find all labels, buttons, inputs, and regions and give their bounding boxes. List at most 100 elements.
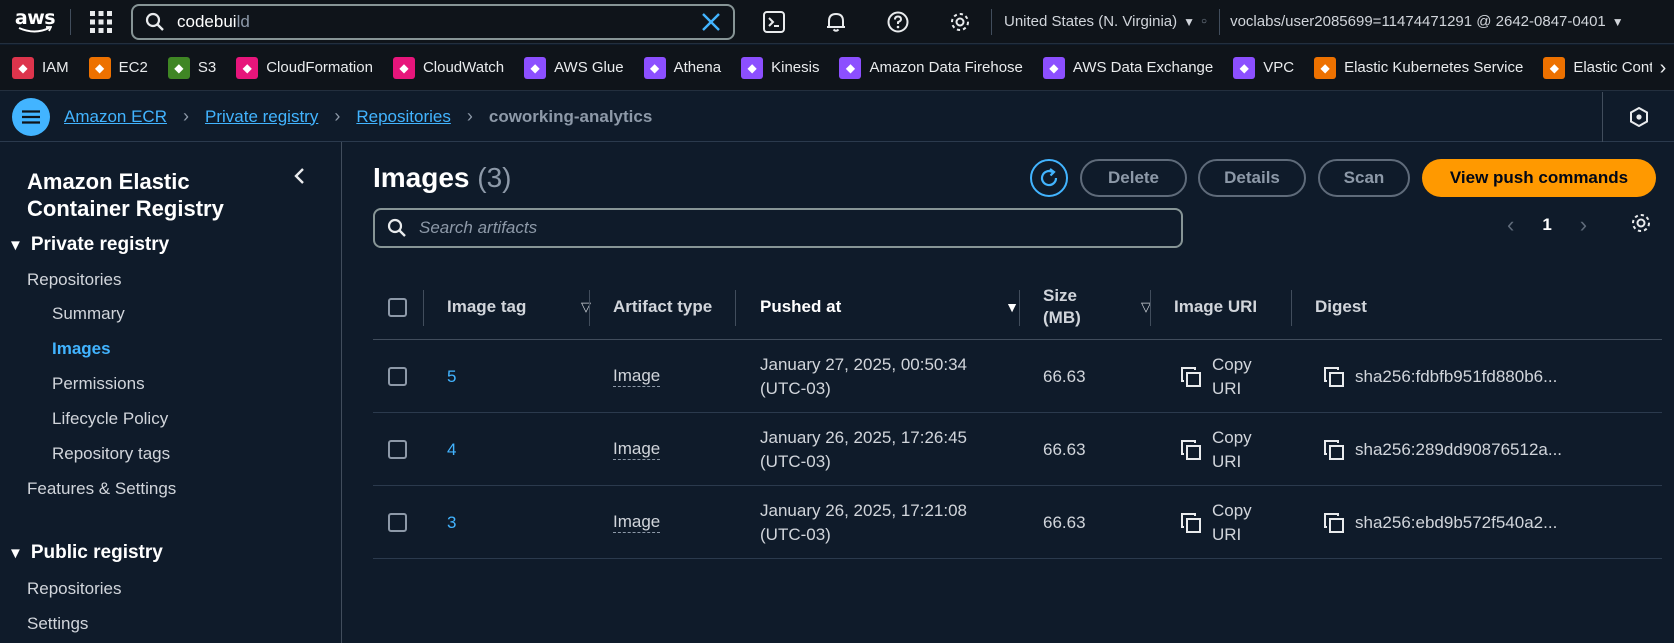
copy-digest-button[interactable]: sha256:ebd9b572f540a2...	[1323, 486, 1557, 559]
copy-uri-button[interactable]: Copy URI	[1180, 340, 1252, 413]
caret-down-icon: ▼	[8, 544, 23, 562]
digest-value: sha256:ebd9b572f540a2...	[1355, 512, 1558, 532]
favorite-eks[interactable]: ◆ Elastic Kubernetes Service	[1314, 56, 1523, 79]
favorite-ecs[interactable]: ◆ Elastic Contai	[1543, 56, 1665, 79]
artifact-search-input[interactable]: Search artifacts	[373, 208, 1183, 248]
sidebar-item-public-repositories[interactable]: Repositories	[27, 579, 122, 599]
artifact-type-label[interactable]: Image	[613, 512, 661, 533]
column-artifact-type[interactable]: Artifact type	[613, 274, 712, 340]
copy-uri-button[interactable]: Copy URI	[1180, 486, 1252, 559]
row-checkbox-cell[interactable]	[388, 413, 407, 486]
section-public-registry[interactable]: ▼ Public registry	[8, 542, 163, 564]
table-header: Image tag ▽ Artifact type Pushed at ▼ Si…	[373, 274, 1662, 340]
next-page-icon[interactable]: ›	[1580, 212, 1587, 238]
image-tag-link[interactable]: 5	[447, 340, 456, 413]
favorite-ec2[interactable]: ◆ EC2	[88, 56, 148, 79]
favorite-kinesis[interactable]: ◆ Kinesis	[741, 56, 819, 79]
digest-value: sha256:fdbfb951fd880b6...	[1355, 366, 1558, 386]
column-image-tag[interactable]: Image tag ▽	[447, 274, 591, 340]
tools-panel-button[interactable]	[1602, 92, 1674, 142]
image-size: 66.63	[1043, 512, 1086, 532]
sidebar-item-features-settings[interactable]: Features & Settings	[27, 479, 176, 499]
details-button[interactable]: Details	[1198, 159, 1306, 197]
checkbox[interactable]	[388, 440, 407, 459]
select-all-checkbox[interactable]	[388, 274, 407, 340]
favorite-data-exchange[interactable]: ◆ AWS Data Exchange	[1042, 56, 1213, 79]
breadcrumb-private-registry[interactable]: Private registry	[205, 107, 318, 127]
table-row: 3 Image January 26, 2025, 17:21:08 (UTC-0…	[373, 486, 1662, 559]
table-preferences-button[interactable]	[1630, 212, 1652, 239]
favorite-label: CloudWatch	[422, 59, 505, 76]
column-pushed-at[interactable]: Pushed at ▼	[760, 274, 1019, 340]
favorite-iam[interactable]: ◆ IAM	[12, 56, 69, 79]
copy-digest-button[interactable]: sha256:289dd90876512a...	[1323, 413, 1562, 486]
scan-button[interactable]: Scan	[1318, 159, 1410, 197]
checkbox[interactable]	[388, 297, 407, 317]
favorite-athena[interactable]: ◆ Athena	[643, 56, 722, 79]
breadcrumb-amazon-ecr[interactable]: Amazon ECR	[64, 107, 167, 127]
sidebar-item-permissions[interactable]: Permissions	[52, 374, 145, 394]
services-menu-button[interactable]	[71, 0, 131, 44]
row-checkbox-cell[interactable]	[388, 340, 407, 413]
sidebar-title[interactable]: Amazon Elastic Container Registry	[27, 168, 267, 222]
artifact-type-label[interactable]: Image	[613, 366, 661, 387]
artifact-type[interactable]: Image	[613, 413, 661, 486]
sidebar-item-images[interactable]: Images	[52, 339, 111, 359]
copy-uri-button[interactable]: Copy URI	[1180, 413, 1252, 486]
checkbox[interactable]	[388, 367, 407, 386]
account-menu[interactable]: voclabs/user2085699=11474471291 @ 2642-0…	[1220, 13, 1634, 30]
favorite-s3[interactable]: ◆ S3	[167, 56, 216, 79]
column-label: Digest	[1315, 297, 1367, 316]
close-sidebar-button[interactable]	[292, 166, 308, 191]
artifact-type[interactable]: Image	[613, 486, 661, 559]
image-size: 66.63	[1043, 366, 1086, 386]
pushed-at-date: January 26, 2025, 17:21:08	[760, 500, 967, 520]
column-digest[interactable]: Digest	[1315, 274, 1367, 340]
hexagon-info-icon	[1629, 107, 1648, 127]
favorite-label: Athena	[673, 59, 722, 76]
help-button[interactable]	[867, 0, 929, 44]
artifact-type[interactable]: Image	[613, 340, 661, 413]
copy-icon	[1324, 512, 1344, 533]
data-exchange-icon: ◆	[1042, 56, 1065, 79]
sidebar-item-summary[interactable]: Summary	[52, 304, 125, 324]
table-row: 4 Image January 26, 2025, 17:26:45 (UTC-0…	[373, 413, 1662, 486]
sidebar-item-lifecycle-policy[interactable]: Lifecycle Policy	[52, 409, 168, 429]
pushed-at-timezone: (UTC-03)	[760, 378, 831, 398]
image-tag-link[interactable]: 3	[447, 486, 456, 559]
pushed-at-timezone: (UTC-03)	[760, 524, 831, 544]
side-nav-toggle-button[interactable]	[12, 97, 50, 136]
favorite-glue[interactable]: ◆ AWS Glue	[524, 56, 624, 79]
settings-button[interactable]	[929, 0, 991, 44]
artifact-type-label[interactable]: Image	[613, 439, 661, 460]
cloudshell-button[interactable]	[743, 0, 805, 44]
refresh-button[interactable]	[1030, 159, 1068, 197]
eks-icon: ◆	[1314, 56, 1337, 79]
favorite-firehose[interactable]: ◆ Amazon Data Firehose	[839, 56, 1023, 79]
account-label: voclabs/user2085699=11474471291 @ 2642-0…	[1230, 13, 1606, 30]
sidebar-item-public-settings[interactable]: Settings	[27, 614, 88, 634]
aws-logo[interactable]: aws	[0, 0, 70, 44]
notifications-button[interactable]	[805, 0, 867, 44]
row-checkbox-cell[interactable]	[388, 486, 407, 559]
favorite-vpc[interactable]: ◆ VPC	[1233, 56, 1294, 79]
section-private-registry[interactable]: ▼ Private registry	[8, 234, 169, 256]
checkbox[interactable]	[388, 513, 407, 532]
column-size[interactable]: Size (MB) ▽	[1043, 274, 1151, 340]
delete-button[interactable]: Delete	[1080, 159, 1187, 197]
favorite-cloudwatch[interactable]: ◆ CloudWatch	[392, 56, 505, 79]
view-push-commands-button[interactable]: View push commands	[1422, 159, 1656, 197]
favorites-scroll-right-icon[interactable]: ›	[1652, 45, 1674, 90]
clear-search-icon[interactable]	[701, 12, 721, 32]
favorite-cloudformation[interactable]: ◆ CloudFormation	[236, 56, 373, 79]
region-selector[interactable]: United States (N. Virginia) ▼ ○	[992, 13, 1219, 30]
previous-page-icon[interactable]: ‹	[1507, 212, 1514, 238]
global-search-input[interactable]: codebuild	[131, 3, 735, 40]
current-page[interactable]: 1	[1542, 215, 1551, 235]
breadcrumb-repositories[interactable]: Repositories	[356, 107, 451, 127]
copy-digest-button[interactable]: sha256:fdbfb951fd880b6...	[1323, 340, 1557, 413]
image-tag-link[interactable]: 4	[447, 413, 456, 486]
sidebar-item-repositories[interactable]: Repositories	[27, 270, 122, 290]
column-image-uri[interactable]: Image URI	[1174, 274, 1257, 340]
sidebar-item-repository-tags[interactable]: Repository tags	[52, 444, 170, 464]
